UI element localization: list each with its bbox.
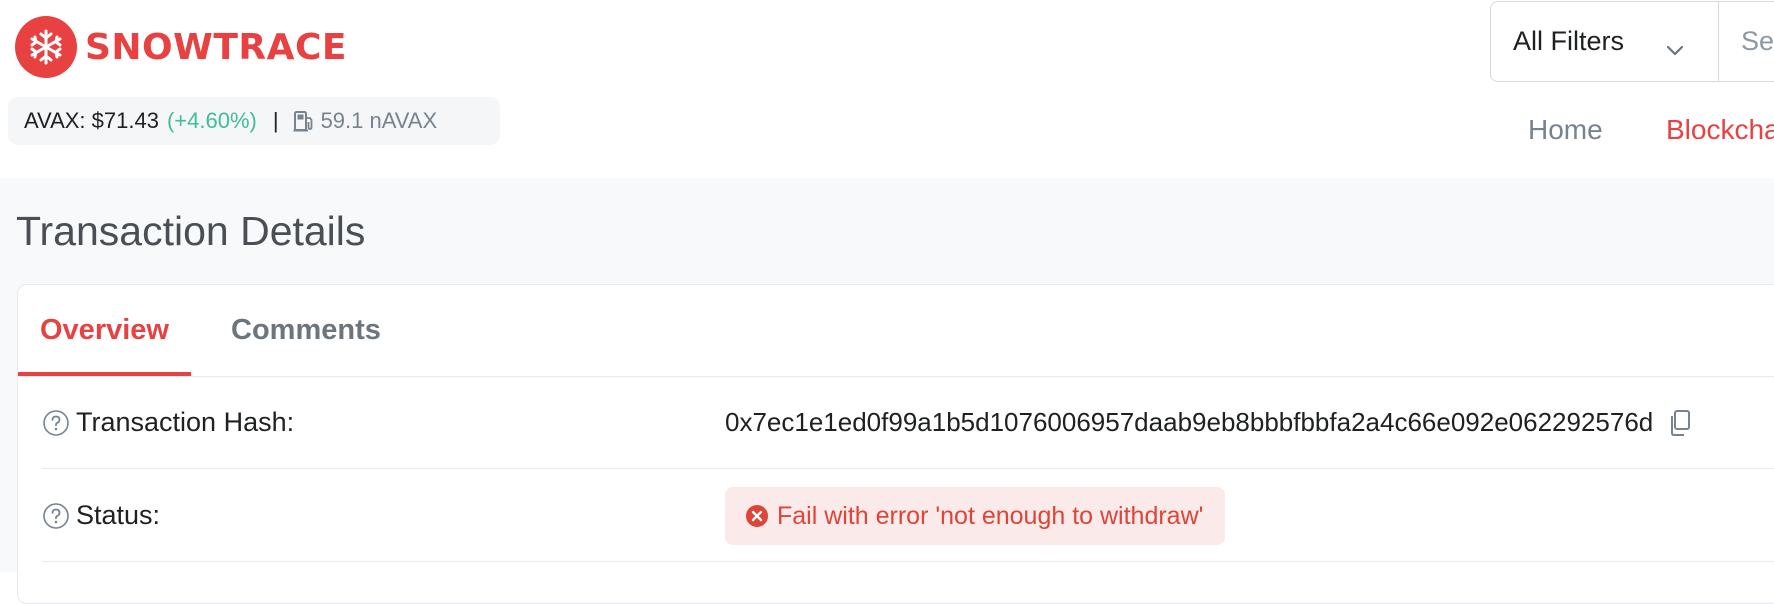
nav-item-blockchain[interactable]: Blockcha: [1666, 114, 1774, 146]
main-content: Transaction Details Overview Comments Tr…: [0, 178, 1774, 604]
search-filter-select[interactable]: All Filters: [1490, 1, 1718, 82]
avax-price-change: (+4.60%): [166, 108, 257, 133]
brand-name: SNOWTRACE: [85, 26, 348, 68]
transaction-hash-value[interactable]: 0x7ec1e1ed0f99a1b5d1076006957daab9eb8bbb…: [725, 407, 1653, 438]
status-badge: Fail with error 'not enough to withdraw': [725, 487, 1226, 545]
status-row: Status: Fail with error 'not enough to w…: [42, 470, 1774, 562]
chevron-down-icon: [1666, 33, 1684, 64]
avax-price[interactable]: AVAX: $71.43: [24, 108, 159, 134]
page-title: Transaction Details: [16, 208, 366, 254]
price-separator: |: [272, 108, 279, 133]
tab-overview[interactable]: Overview: [18, 285, 191, 376]
question-circle-icon[interactable]: [42, 409, 70, 437]
transaction-hash-value-wrap: 0x7ec1e1ed0f99a1b5d1076006957daab9eb8bbb…: [725, 407, 1693, 438]
snowtrace-logo[interactable]: SNOWTRACE: [15, 16, 347, 78]
tab-bar: Overview Comments: [18, 285, 1774, 377]
price-bar: AVAX: $71.43 (+4.60%) | 59.1 nAVAX: [8, 97, 500, 145]
transaction-hash-row: Transaction Hash: 0x7ec1e1ed0f99a1b5d107…: [42, 377, 1774, 469]
transaction-hash-label: Transaction Hash:: [76, 407, 295, 437]
status-text: Fail with error 'not enough to withdraw': [777, 501, 1204, 530]
gas-pump-icon: [293, 110, 315, 132]
transaction-card: Overview Comments Transaction Hash: 0x7e…: [17, 284, 1774, 604]
site-header: SNOWTRACE AVAX: $71.43 (+4.60%) | 59.1 n…: [0, 0, 1774, 178]
question-circle-icon[interactable]: [42, 502, 70, 530]
nav-item-home[interactable]: Home: [1528, 114, 1603, 146]
filter-select-value: All Filters: [1513, 26, 1625, 56]
copy-icon[interactable]: [1667, 409, 1693, 437]
search-input[interactable]: [1718, 1, 1774, 82]
status-label: Status:: [76, 500, 161, 530]
snowflake-icon: [15, 16, 77, 78]
gas-price[interactable]: 59.1 nAVAX: [321, 108, 438, 134]
tab-comments[interactable]: Comments: [231, 285, 381, 376]
x-circle-icon: [745, 504, 769, 528]
